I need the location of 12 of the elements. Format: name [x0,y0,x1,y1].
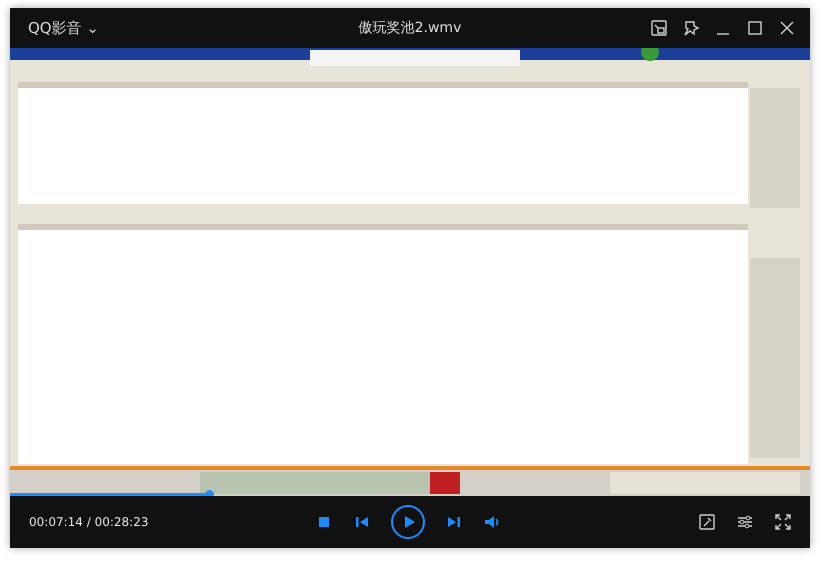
settings-icon[interactable] [736,513,754,531]
playback-time: 00:07:14 / 00:28:23 [29,515,148,529]
fullscreen-icon[interactable] [774,513,792,531]
toolbox-icon[interactable] [698,513,716,531]
screenshot-icon[interactable] [650,19,668,37]
play-button[interactable] [391,505,425,539]
close-icon[interactable] [778,19,796,37]
pin-icon[interactable] [682,19,700,37]
app-menu-button[interactable]: QQ影音 ⌄ [24,16,103,40]
window-title: 傲玩奖池2.wmv [358,19,462,37]
volume-icon[interactable] [483,513,501,531]
maximize-icon[interactable] [746,19,764,37]
